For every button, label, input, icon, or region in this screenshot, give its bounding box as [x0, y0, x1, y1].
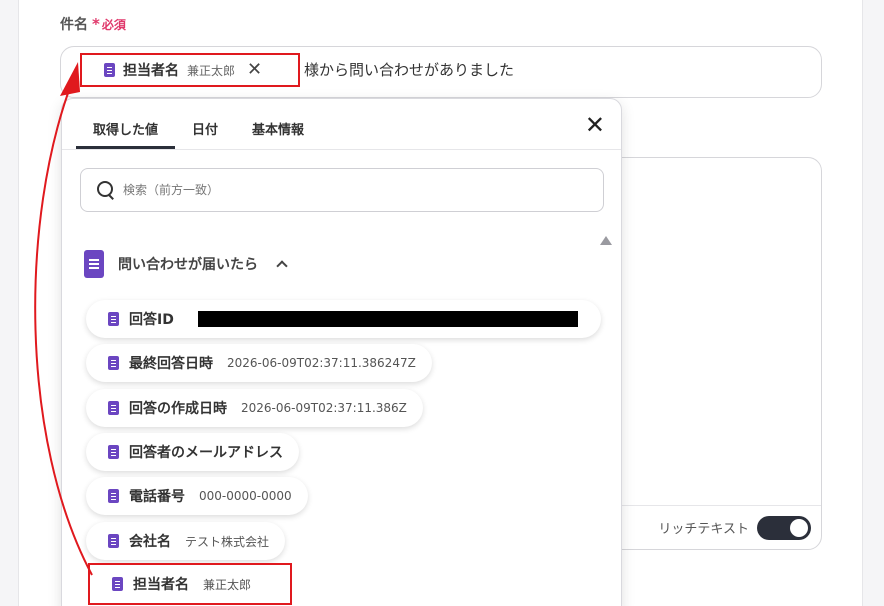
form-doc-icon — [108, 356, 119, 370]
chip-name: 担当者名 — [123, 63, 179, 79]
item-name: 回答者のメールアドレス — [129, 445, 283, 461]
group-title: 問い合わせが届いたら — [118, 257, 258, 273]
form-doc-icon — [112, 577, 123, 591]
rich-text-toggle[interactable] — [757, 515, 811, 540]
list-item-created-time[interactable]: 回答の作成日時 2026-06-09T02:37:11.386Z — [86, 389, 423, 427]
item-name: 担当者名 — [133, 577, 189, 593]
search-box[interactable] — [80, 168, 604, 212]
scroll-up-arrow-icon[interactable] — [600, 236, 612, 245]
form-doc-icon — [108, 489, 119, 503]
required-indicator: * 必須 — [92, 15, 126, 33]
required-text: 必須 — [101, 18, 126, 32]
required-star: * — [92, 15, 100, 33]
rich-text-label: リッチテキスト — [658, 522, 749, 537]
subject-text: 様から問い合わせがありました — [304, 61, 515, 79]
close-icon[interactable]: ✕ — [585, 113, 605, 137]
body-textarea[interactable]: リッチテキスト — [600, 157, 822, 550]
list-item-company[interactable]: 会社名 テスト株式会社 — [86, 522, 286, 560]
list-item-response-id[interactable]: 回答ID — [86, 300, 601, 338]
search-icon — [97, 181, 115, 199]
popup-tabs: 取得した値 日付 基本情報 — [76, 113, 321, 149]
variable-picker-popup: 取得した値 日付 基本情報 ✕ 問い合わせが届いたら 回答ID 最終回答日時 2… — [61, 98, 622, 606]
group-header[interactable]: 問い合わせが届いたら — [84, 249, 288, 279]
form-doc-icon — [104, 63, 115, 77]
item-name: 電話番号 — [129, 489, 185, 505]
tab-basic-info[interactable]: 基本情報 — [235, 113, 321, 149]
subject-chip-assignee[interactable]: 担当者名 兼正太郎 ✕ — [80, 53, 300, 87]
item-name: 回答の作成日時 — [129, 401, 227, 417]
subject-label-text: 件名 — [60, 17, 88, 33]
redacted-value — [197, 311, 578, 327]
subject-field-label: 件名 * 必須 — [60, 14, 126, 34]
item-name: 会社名 — [129, 534, 171, 550]
item-value: テスト株式会社 — [185, 534, 270, 549]
tab-divider — [62, 149, 621, 150]
form-doc-icon — [108, 312, 119, 326]
form-doc-icon — [108, 401, 119, 415]
item-name: 最終回答日時 — [129, 356, 213, 372]
item-name: 回答ID — [129, 312, 174, 328]
form-doc-icon — [108, 445, 119, 459]
item-value: 兼正太郎 — [203, 577, 252, 592]
google-form-icon — [84, 250, 104, 278]
list-item-last-response-time[interactable]: 最終回答日時 2026-06-09T02:37:11.386247Z — [86, 344, 432, 382]
item-value: 2026-06-09T02:37:11.386Z — [241, 401, 407, 415]
search-input[interactable] — [123, 183, 503, 197]
chevron-up-icon[interactable] — [276, 260, 288, 272]
chip-value: 兼正太郎 — [187, 63, 236, 78]
item-value: 000-0000-0000 — [199, 489, 292, 503]
tab-retrieved-values[interactable]: 取得した値 — [76, 113, 176, 149]
form-doc-icon — [108, 534, 119, 548]
list-item-respondent-email[interactable]: 回答者のメールアドレス — [86, 433, 299, 471]
tab-date[interactable]: 日付 — [175, 113, 235, 149]
list-item-phone[interactable]: 電話番号 000-0000-0000 — [86, 477, 308, 515]
chip-close-icon[interactable]: ✕ — [247, 61, 262, 79]
item-value: 2026-06-09T02:37:11.386247Z — [227, 356, 416, 370]
list-item-assignee[interactable]: 担当者名 兼正太郎 — [88, 563, 292, 605]
body-toolbar: リッチテキスト — [601, 505, 821, 549]
